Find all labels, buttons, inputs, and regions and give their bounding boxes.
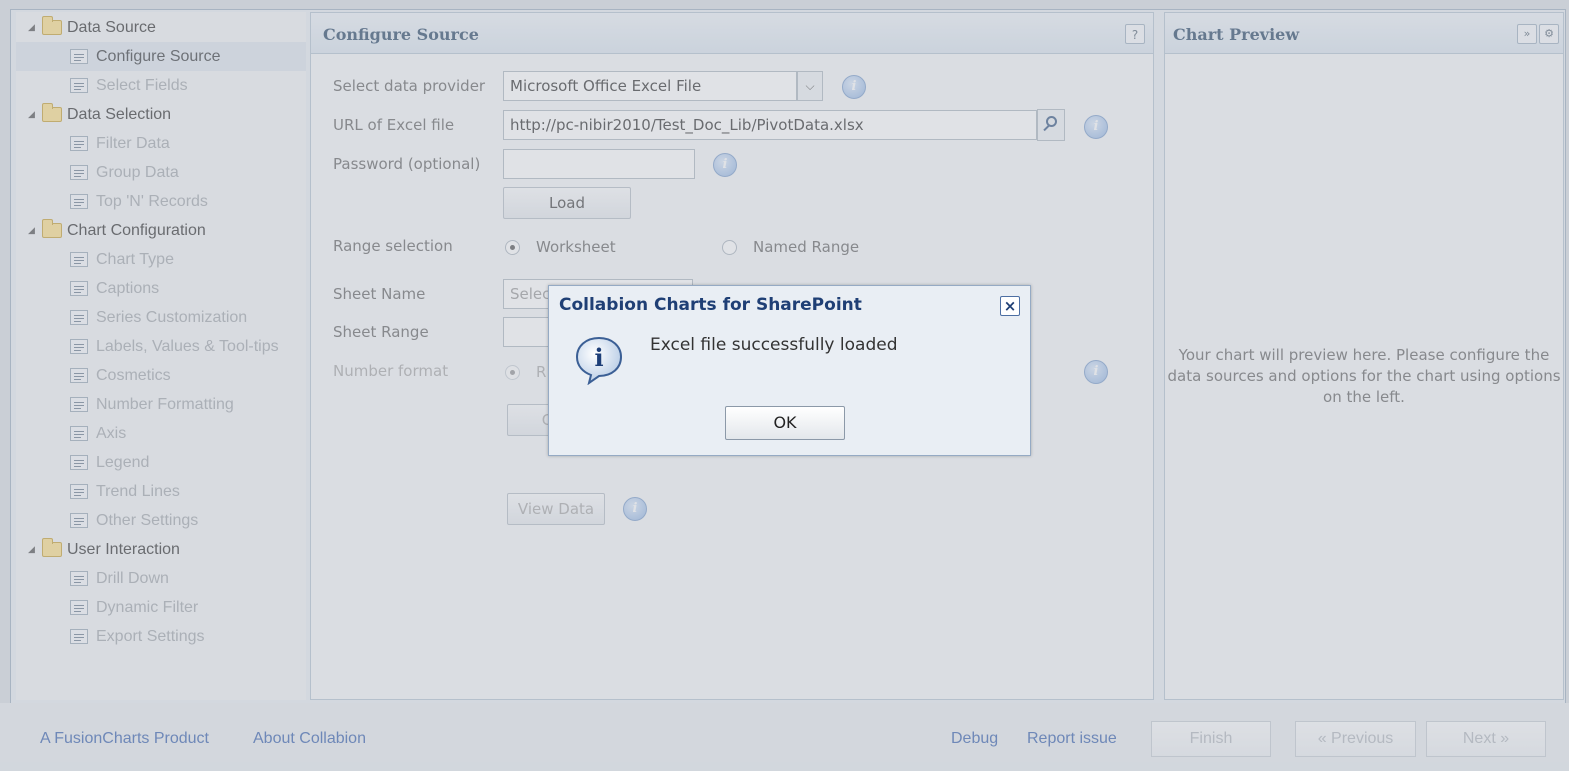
information-icon: i (575, 336, 623, 385)
close-icon[interactable]: × (1000, 296, 1020, 316)
dialog-message: Excel file successfully loaded (650, 335, 898, 355)
message-dialog: Collabion Charts for SharePoint × i Exce… (548, 285, 1031, 456)
svg-text:i: i (594, 343, 603, 372)
ok-button[interactable]: OK (725, 406, 845, 440)
dialog-title: Collabion Charts for SharePoint (559, 295, 862, 315)
